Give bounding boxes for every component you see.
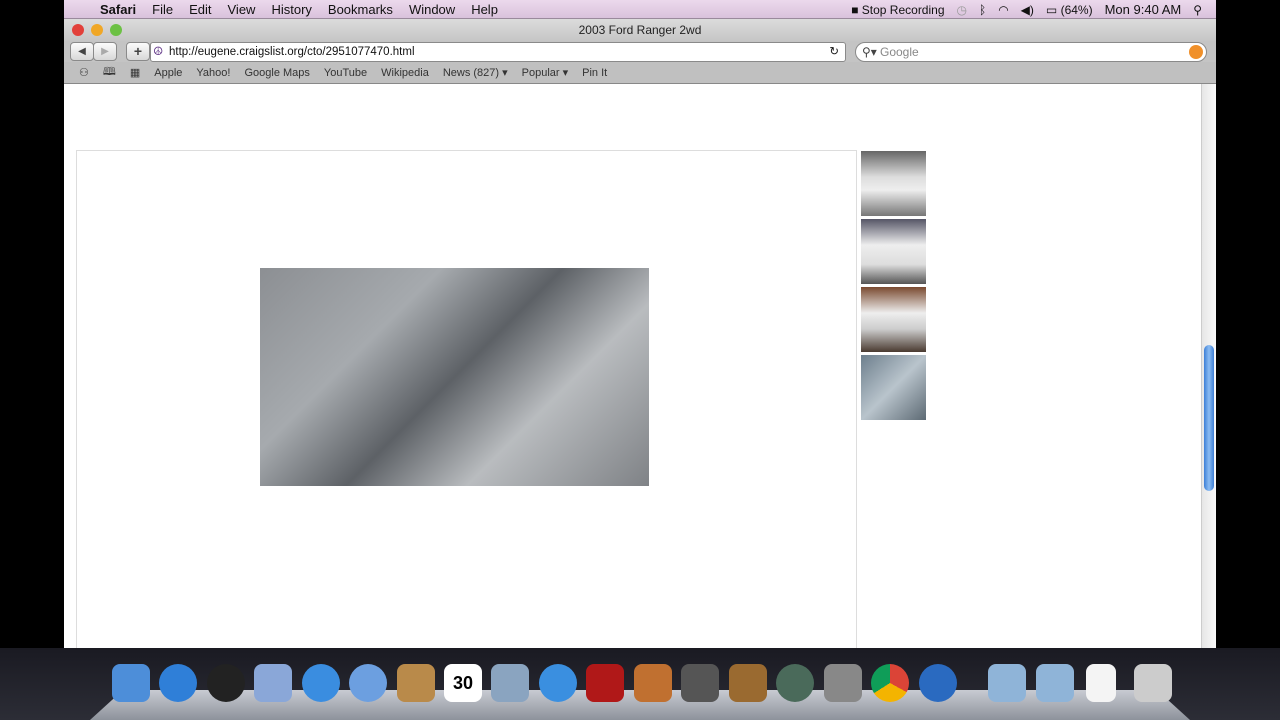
- facetime-icon[interactable]: [349, 664, 387, 702]
- battery-icon[interactable]: ▭ (64%): [1046, 3, 1093, 17]
- bookmarks-bar: ⚇ 🕮 ▦ Apple Yahoo! Google Maps YouTube W…: [64, 62, 1216, 84]
- bookmark-news[interactable]: News (827) ▾: [436, 66, 515, 79]
- add-bookmark-button[interactable]: +: [126, 42, 150, 61]
- battery-percent: (64%): [1060, 2, 1093, 17]
- system-preferences-icon[interactable]: [824, 664, 862, 702]
- search-icon: ⚲▾: [862, 45, 877, 59]
- close-button[interactable]: [72, 24, 84, 36]
- search-field[interactable]: ⚲▾ Google: [855, 42, 1207, 62]
- time-machine-icon[interactable]: ◷: [957, 3, 967, 17]
- bookmark-wikipedia[interactable]: Wikipedia: [374, 67, 436, 79]
- forward-button[interactable]: ▶: [93, 42, 117, 61]
- site-icon: ☮: [153, 46, 164, 58]
- back-button[interactable]: ◀: [70, 42, 94, 61]
- zoom-button[interactable]: [110, 24, 122, 36]
- menu-window[interactable]: Window: [401, 2, 463, 17]
- dock: 30: [0, 648, 1280, 720]
- clock[interactable]: Mon 9:40 AM: [1105, 2, 1182, 17]
- search-placeholder: Google: [880, 45, 919, 59]
- quicktime-icon[interactable]: [919, 664, 957, 702]
- minimize-button[interactable]: [91, 24, 103, 36]
- menu-help[interactable]: Help: [463, 2, 506, 17]
- app-store-icon[interactable]: [159, 664, 197, 702]
- screen: Safari File Edit View History Bookmarks …: [64, 0, 1216, 720]
- wifi-icon[interactable]: ◠: [998, 3, 1008, 17]
- mail-icon[interactable]: [254, 664, 292, 702]
- thumbnail-1[interactable]: [861, 151, 926, 216]
- menu-bookmarks[interactable]: Bookmarks: [320, 2, 401, 17]
- chrome-icon[interactable]: [871, 664, 909, 702]
- itunes-icon[interactable]: [539, 664, 577, 702]
- toolbar: ◀ ▶ + ☮ http://eugene.craigslist.org/cto…: [64, 41, 1216, 62]
- thumbnail-3[interactable]: [861, 287, 926, 352]
- address-book-icon[interactable]: [397, 664, 435, 702]
- reload-icon[interactable]: ↻: [829, 43, 839, 61]
- imovie-icon[interactable]: [681, 664, 719, 702]
- main-photo: [260, 268, 649, 486]
- volume-icon[interactable]: ◀): [1021, 3, 1034, 17]
- documents-folder-icon[interactable]: [1036, 664, 1074, 702]
- scrollbar-thumb[interactable]: [1204, 345, 1214, 491]
- stop-recording[interactable]: ■ Stop Recording: [851, 3, 944, 17]
- menu-file[interactable]: File: [144, 2, 181, 17]
- title-bar: 2003 Ford Ranger 2wd: [64, 19, 1216, 41]
- iphoto-icon[interactable]: [491, 664, 529, 702]
- trash-icon[interactable]: [1134, 664, 1172, 702]
- bookmark-youtube[interactable]: YouTube: [317, 67, 374, 79]
- reading-list-icon[interactable]: ⚇: [72, 66, 96, 79]
- file-icon[interactable]: [1086, 664, 1116, 702]
- top-sites-icon[interactable]: ▦: [123, 66, 147, 79]
- menu-safari[interactable]: Safari: [92, 2, 144, 17]
- dashboard-icon[interactable]: [207, 664, 245, 702]
- applications-folder-icon[interactable]: [988, 664, 1026, 702]
- menu-bar: Safari File Edit View History Bookmarks …: [64, 0, 1216, 19]
- time-machine-dock-icon[interactable]: [776, 664, 814, 702]
- finder-icon[interactable]: [112, 664, 150, 702]
- menu-edit[interactable]: Edit: [181, 2, 219, 17]
- window-title: 2003 Ford Ranger 2wd: [578, 23, 702, 37]
- stop-icon: ■: [851, 2, 862, 17]
- thumbnail-2[interactable]: [861, 219, 926, 284]
- menu-view[interactable]: View: [220, 2, 264, 17]
- photo-booth-icon[interactable]: [586, 664, 624, 702]
- menu-history[interactable]: History: [263, 2, 319, 17]
- safari-icon[interactable]: [302, 664, 340, 702]
- ical-icon[interactable]: 30: [444, 664, 482, 702]
- bookmark-apple[interactable]: Apple: [147, 67, 189, 79]
- spotlight-icon[interactable]: ⚲: [1193, 3, 1202, 17]
- address-bar[interactable]: ☮ http://eugene.craigslist.org/cto/29510…: [150, 42, 846, 62]
- vertical-scrollbar[interactable]: [1201, 84, 1216, 648]
- thumbnail-4[interactable]: [861, 355, 926, 420]
- bookmark-pin-it[interactable]: Pin It: [575, 67, 614, 79]
- image-capture-icon[interactable]: [634, 664, 672, 702]
- page-content: [64, 84, 1201, 670]
- bluetooth-icon[interactable]: ᛒ: [979, 3, 986, 17]
- url-text: http://eugene.craigslist.org/cto/2951077…: [169, 46, 415, 58]
- bookmark-popular[interactable]: Popular ▾: [515, 66, 576, 79]
- bookmark-yahoo[interactable]: Yahoo!: [189, 67, 237, 79]
- bookmarks-book-icon[interactable]: 🕮: [96, 63, 123, 82]
- garageband-icon[interactable]: [729, 664, 767, 702]
- bookmark-google-maps[interactable]: Google Maps: [237, 67, 316, 79]
- snapback-icon[interactable]: [1189, 45, 1203, 59]
- stop-recording-label: Stop Recording: [861, 2, 945, 17]
